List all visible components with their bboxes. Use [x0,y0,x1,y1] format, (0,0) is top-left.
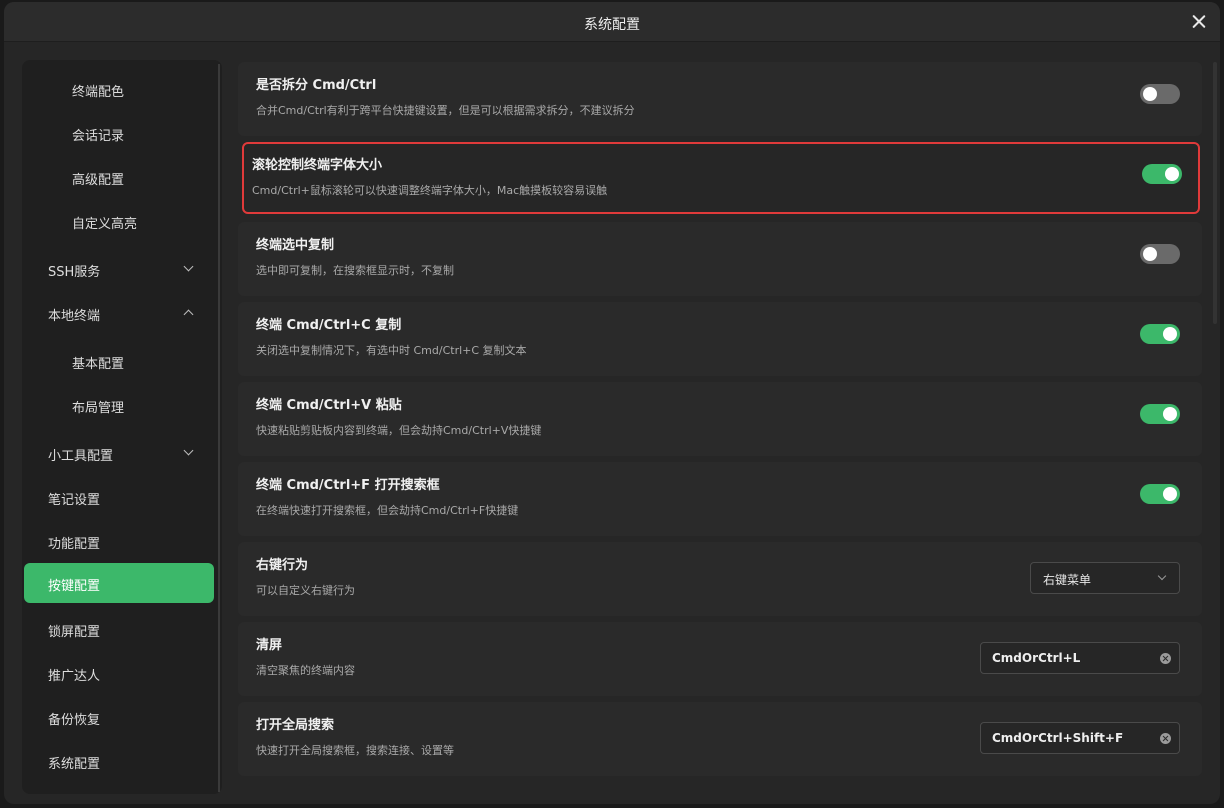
setting-description: 合并Cmd/Ctrl有利于跨平台快捷键设置，但是可以根据需求拆分，不建议拆分 [256,104,635,117]
setting-description: 快速打开全局搜索框，搜索连接、设置等 [256,744,454,757]
setting-clear-screen: 清屏 清空聚焦的终端内容 CmdOrCtrl+L [238,622,1202,696]
ctrl-f-search-toggle[interactable] [1140,484,1180,504]
sidebar-item-label: 高级配置 [72,173,125,188]
shortcut-value: CmdOrCtrl+Shift+F [992,731,1124,745]
sidebar-item-label: 按键配置 [48,579,101,594]
content-scrollbar[interactable] [1213,62,1217,324]
sidebar-item-backup[interactable]: 备份恢复 [24,697,214,737]
sidebar-item-label: 自定义高亮 [72,217,138,232]
toggle-knob [1163,327,1177,341]
setting-ctrl-c-copy: 终端 Cmd/Ctrl+C 复制 关闭选中复制情况下，有选中时 Cmd/Ctrl… [238,302,1202,376]
setting-description: 快速粘贴剪贴板内容到终端，但会劫持Cmd/Ctrl+V快捷键 [256,424,542,437]
setting-split-cmd-ctrl: 是否拆分 Cmd/Ctrl 合并Cmd/Ctrl有利于跨平台快捷键设置，但是可以… [238,62,1202,136]
chevron-down-icon [183,261,194,272]
settings-window: 系统配置 终端配色 会话记录 高级配置 自定义高亮 SSH服务 本地终端 基本配… [4,2,1220,804]
sidebar-item-layout[interactable]: 布局管理 [24,385,214,425]
setting-select-copy: 终端选中复制 选中即可复制，在搜索框显示时，不复制 [238,222,1202,296]
close-icon[interactable] [1188,11,1210,33]
window-title: 系统配置 [584,17,640,33]
setting-title: 终端选中复制 [256,238,335,253]
setting-wheel-font-size: 滚轮控制终端字体大小 Cmd/Ctrl+鼠标滚轮可以快速调整终端字体大小，Mac… [242,142,1200,214]
setting-global-search: 打开全局搜索 快速打开全局搜索框，搜索连接、设置等 CmdOrCtrl+Shif… [238,702,1202,776]
split-cmd-ctrl-toggle[interactable] [1140,84,1180,104]
sidebar-item-label: 本地终端 [48,309,101,324]
chevron-up-icon [183,309,194,320]
setting-title: 清屏 [256,638,283,653]
sidebar-divider [218,64,220,792]
sidebar-item-label: 功能配置 [48,537,101,552]
sidebar-item-lock-screen[interactable]: 锁屏配置 [24,609,214,649]
sidebar-item-label: 锁屏配置 [48,625,101,640]
sidebar-item-label: 备份恢复 [48,713,101,728]
wheel-font-size-toggle[interactable] [1142,164,1182,184]
sidebar-item-notes[interactable]: 笔记设置 [24,477,214,517]
setting-right-click: 右键行为 可以自定义右键行为 右键菜单 [238,542,1202,616]
setting-title: 是否拆分 Cmd/Ctrl [256,78,377,93]
toggle-knob [1143,247,1157,261]
toggle-knob [1163,407,1177,421]
chevron-down-icon [1157,571,1167,581]
setting-description: 可以自定义右键行为 [256,584,355,597]
clear-icon[interactable] [1160,653,1171,664]
setting-title: 打开全局搜索 [256,718,335,733]
setting-ctrl-f-search: 终端 Cmd/Ctrl+F 打开搜索框 在终端快速打开搜索框，但会劫持Cmd/C… [238,462,1202,536]
setting-title: 终端 Cmd/Ctrl+V 粘贴 [256,398,402,413]
sidebar-item-ssh-service[interactable]: SSH服务 [24,249,214,289]
sidebar-item-label: 终端配色 [72,85,125,100]
sidebar-item-features[interactable]: 功能配置 [24,521,214,561]
right-click-select[interactable]: 右键菜单 [1030,562,1180,594]
setting-description: 在终端快速打开搜索框，但会劫持Cmd/Ctrl+F快捷键 [256,504,519,517]
setting-description: 选中即可复制，在搜索框显示时，不复制 [256,264,454,277]
ctrl-v-paste-toggle[interactable] [1140,404,1180,424]
sidebar-item-system[interactable]: 系统配置 [24,741,214,781]
setting-title: 滚轮控制终端字体大小 [252,158,383,173]
shortcut-value: CmdOrCtrl+L [992,651,1081,665]
sidebar-item-label: 笔记设置 [48,493,101,508]
ctrl-c-copy-toggle[interactable] [1140,324,1180,344]
setting-description: Cmd/Ctrl+鼠标滚轮可以快速调整终端字体大小，Mac触摸板较容易误触 [252,184,608,197]
toggle-knob [1163,487,1177,501]
select-copy-toggle[interactable] [1140,244,1180,264]
global-search-shortcut-input[interactable]: CmdOrCtrl+Shift+F [980,722,1180,754]
settings-list: 是否拆分 Cmd/Ctrl 合并Cmd/Ctrl有利于跨平台快捷键设置，但是可以… [234,62,1202,792]
settings-sidebar: 终端配色 会话记录 高级配置 自定义高亮 SSH服务 本地终端 基本配置 布局管… [22,60,222,794]
sidebar-item-label: 推广达人 [48,669,101,684]
sidebar-item-tools[interactable]: 小工具配置 [24,433,214,473]
sidebar-item-keybindings[interactable]: 按键配置 [24,563,214,603]
setting-description: 关闭选中复制情况下，有选中时 Cmd/Ctrl+C 复制文本 [256,344,527,357]
sidebar-item-basic-config[interactable]: 基本配置 [24,341,214,381]
select-value: 右键菜单 [1043,573,1092,587]
sidebar-item-label: 基本配置 [72,357,125,372]
setting-ctrl-v-paste: 终端 Cmd/Ctrl+V 粘贴 快速粘贴剪贴板内容到终端，但会劫持Cmd/Ct… [238,382,1202,456]
clear-icon[interactable] [1160,733,1171,744]
setting-title: 终端 Cmd/Ctrl+C 复制 [256,318,402,333]
sidebar-item-label: SSH服务 [48,265,101,280]
sidebar-item-promoter[interactable]: 推广达人 [24,653,214,693]
toggle-knob [1143,87,1157,101]
setting-title: 右键行为 [256,558,309,573]
setting-title: 终端 Cmd/Ctrl+F 打开搜索框 [256,478,440,493]
sidebar-item-label: 系统配置 [48,757,101,772]
chevron-down-icon [183,445,194,456]
sidebar-item-label: 小工具配置 [48,449,114,464]
clear-screen-shortcut-input[interactable]: CmdOrCtrl+L [980,642,1180,674]
toggle-knob [1165,167,1179,181]
sidebar-item-advanced[interactable]: 高级配置 [24,157,214,197]
sidebar-item-label: 会话记录 [72,129,125,144]
setting-description: 清空聚焦的终端内容 [256,664,355,677]
sidebar-item-terminal-colors[interactable]: 终端配色 [24,69,214,109]
sidebar-item-local-terminal[interactable]: 本地终端 [24,293,214,333]
title-bar: 系统配置 [4,2,1220,42]
sidebar-item-session-history[interactable]: 会话记录 [24,113,214,153]
sidebar-item-custom-highlight[interactable]: 自定义高亮 [24,201,214,241]
sidebar-item-label: 布局管理 [72,401,125,416]
